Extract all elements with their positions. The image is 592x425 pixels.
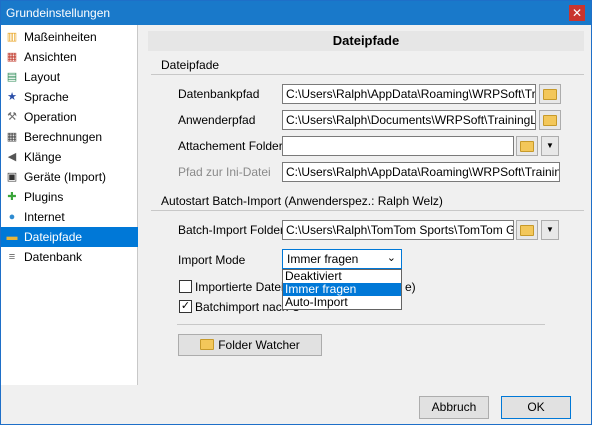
sidebar-item-operation[interactable]: ⚒ Operation [1, 107, 138, 127]
sidebar: ▥ Maßeinheiten ▦ Ansichten ▤ Layout ★ Sprache ⚒ O… [1, 25, 138, 385]
import-mode-options: Deaktiviert Immer fragen Auto-Import [282, 269, 402, 310]
settings-dialog: Grundeinstellungen ✕ ▥ Maßeinheiten ▦ Ansic… [0, 0, 592, 425]
sidebar-item-label: Maßeinheiten [24, 30, 97, 44]
section-heading-dateipfade: Dateipfade [161, 58, 220, 72]
globe-icon: ● [8, 211, 16, 223]
device-icon: ▣ [6, 171, 18, 183]
sidebar-item-berechnungen[interactable]: ▦ Berechnungen [1, 127, 138, 147]
sidebar-item-maßeinheiten[interactable]: ▥ Maßeinheiten [1, 27, 138, 47]
sidebar-item-sprache[interactable]: ★ Sprache [1, 87, 138, 107]
folder-icon [543, 115, 557, 126]
import-mode-option[interactable]: Auto-Import [283, 296, 401, 309]
sidebar-item-layout[interactable]: ▤ Layout [1, 67, 138, 87]
cancel-button[interactable]: Abbruch [419, 396, 489, 419]
importierte-dateien-label-tail: e) [405, 280, 416, 294]
sidebar-item-internet[interactable]: ● Internet [1, 207, 138, 227]
batchimport-nach-checkbox[interactable]: ✓ [179, 300, 192, 313]
sidebar-item-label: Layout [24, 70, 61, 84]
folder-watcher-label: Folder Watcher [218, 338, 300, 352]
sidebar-item-dateipfade[interactable]: ▬ Dateipfade [1, 227, 138, 247]
ruler-icon: ▥ [6, 31, 18, 43]
batch-import-folder-label: Batch-Import Folder [178, 223, 285, 237]
importierte-dateien-checkbox[interactable] [179, 280, 192, 293]
calculator-icon: ▦ [6, 131, 18, 143]
section-heading-autostart: Autostart Batch-Import (Anwenderspez.: R… [161, 194, 443, 208]
window-title: Grundeinstellungen [6, 6, 111, 20]
sidebar-item-klänge[interactable]: ◀ Klänge [1, 147, 138, 167]
attachement-folder-field[interactable] [282, 136, 514, 156]
wrench-icon: ⚒ [7, 111, 17, 123]
browse-anwenderpfad-button[interactable] [539, 110, 561, 130]
section-divider [151, 210, 584, 211]
sidebar-item-label: Klänge [24, 150, 62, 164]
sidebar-item-label: Geräte (Import) [24, 170, 107, 184]
ok-button[interactable]: OK [501, 396, 571, 419]
browse-batch-import-button[interactable] [516, 220, 538, 240]
folder-watcher-button[interactable]: Folder Watcher [178, 334, 322, 356]
batch-import-folder-field[interactable]: C:\Users\Ralph\TomTom Sports\TomTom GPS … [282, 220, 514, 240]
datenbankpfad-label: Datenbankpfad [178, 87, 260, 101]
close-icon[interactable]: ✕ [569, 5, 585, 21]
title-bar: Grundeinstellungen ✕ [1, 1, 591, 25]
sidebar-item-plugins[interactable]: ✚ Plugins [1, 187, 138, 207]
ini-path-field[interactable]: C:\Users\Ralph\AppData\Roaming\WRPSoft\T… [282, 162, 560, 182]
import-mode-selected: Immer fragen [287, 252, 359, 266]
sidebar-item-label: Dateipfade [24, 230, 83, 244]
folder-icon: ▬ [6, 231, 18, 243]
browse-datenbankpfad-button[interactable] [539, 84, 561, 104]
sidebar-item-label: Datenbank [24, 250, 83, 264]
chevron-down-icon: ⌄ [386, 252, 396, 264]
database-icon: ≡ [8, 251, 16, 263]
attachement-dropdown-arrow[interactable]: ▼ [541, 136, 559, 156]
section-divider [151, 74, 584, 75]
import-mode-label: Import Mode [178, 253, 246, 267]
browse-attachement-button[interactable] [516, 136, 538, 156]
sidebar-item-label: Operation [24, 110, 77, 124]
flag-icon: ★ [7, 91, 17, 103]
ini-path-label: Pfad zur Ini-Datei [178, 165, 271, 179]
importierte-dateien-label: Importierte Dateie [195, 280, 291, 294]
sidebar-item-label: Berechnungen [24, 130, 103, 144]
sidebar-item-geräte-import[interactable]: ▣ Geräte (Import) [1, 167, 138, 187]
sidebar-item-label: Ansichten [24, 50, 77, 64]
datenbankpfad-field[interactable]: C:\Users\Ralph\AppData\Roaming\WRPSoft\T… [282, 84, 536, 104]
sidebar-item-label: Internet [24, 210, 65, 224]
anwenderpfad-label: Anwenderpfad [178, 113, 256, 127]
folder-icon [520, 141, 534, 152]
import-mode-select[interactable]: Immer fragen ⌄ [282, 249, 402, 269]
folder-icon [520, 225, 534, 236]
calendar-icon: ▦ [6, 51, 18, 63]
layout-icon: ▤ [6, 71, 18, 83]
batch-import-dropdown-arrow[interactable]: ▼ [541, 220, 559, 240]
speaker-icon: ◀ [7, 151, 17, 163]
folder-icon [200, 339, 215, 350]
folder-icon [543, 89, 557, 100]
sidebar-item-datenbank[interactable]: ≡ Datenbank [1, 247, 138, 267]
puzzle-icon: ✚ [7, 191, 17, 203]
attachement-folder-label: Attachement Folder [178, 139, 283, 153]
page-title: Dateipfade [148, 31, 584, 51]
sidebar-item-ansichten[interactable]: ▦ Ansichten [1, 47, 138, 67]
divider [177, 324, 545, 325]
sidebar-item-label: Sprache [24, 90, 69, 104]
sidebar-item-label: Plugins [24, 190, 64, 204]
anwenderpfad-field[interactable]: C:\Users\Ralph\Documents\WRPSoft\Trainin… [282, 110, 536, 130]
